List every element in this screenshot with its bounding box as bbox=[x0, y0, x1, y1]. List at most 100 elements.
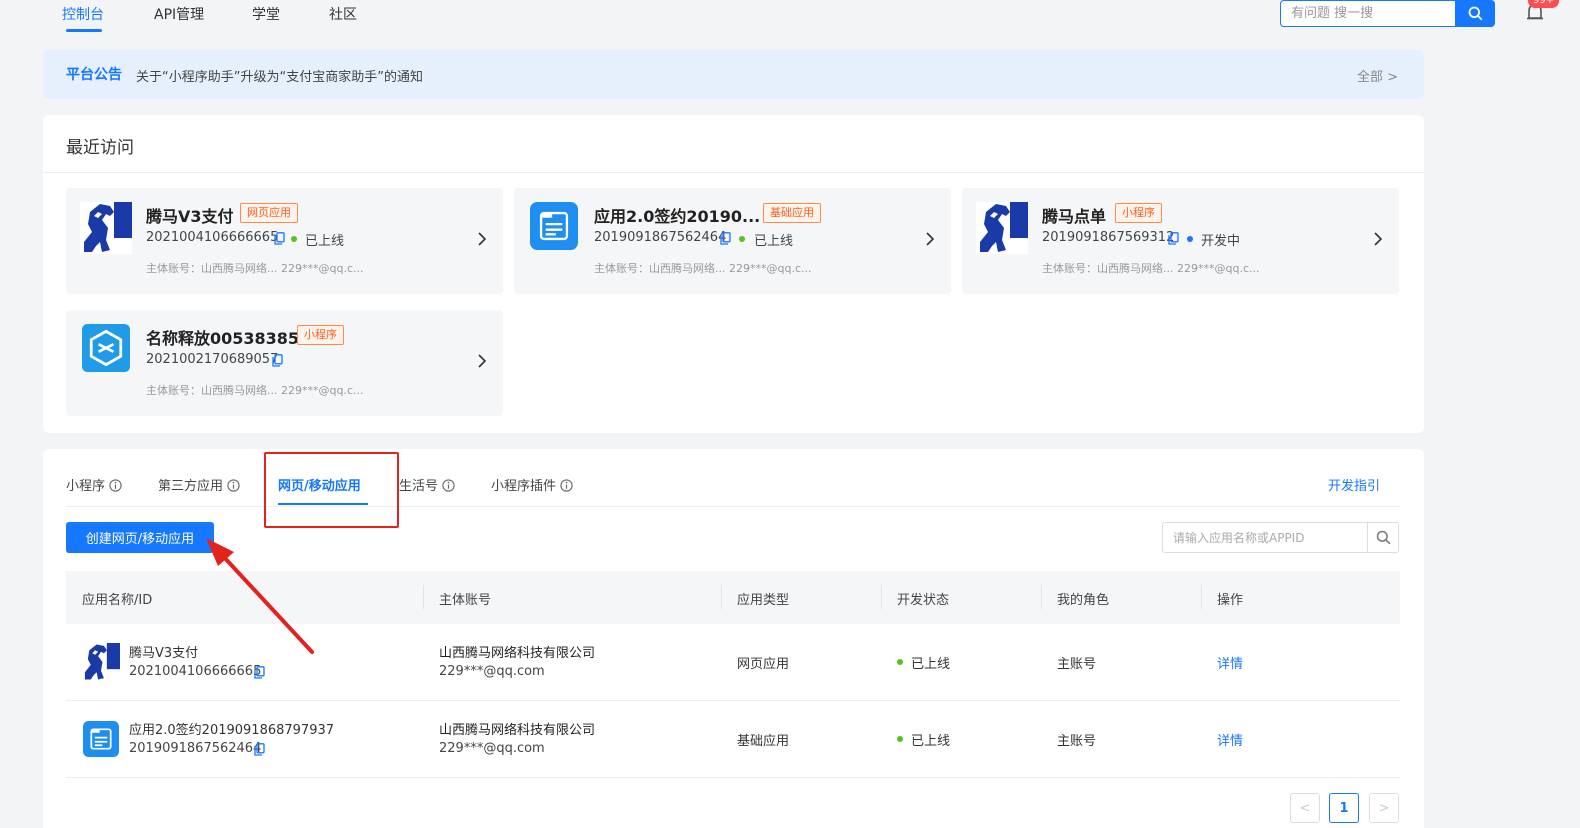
nav-api-management[interactable]: API管理 bbox=[154, 4, 204, 24]
create-web-mobile-app-button[interactable]: 创建网页/移动应用 bbox=[66, 522, 214, 553]
column-header: 操作 bbox=[1217, 593, 1244, 608]
info-icon[interactable] bbox=[560, 479, 573, 492]
my-role: 主账号 bbox=[1057, 734, 1097, 749]
pagination-next-button[interactable]: > bbox=[1369, 793, 1399, 823]
company-name: 山西腾马网络科技有限公司 bbox=[439, 646, 596, 661]
tab-life-account[interactable]: 生活号 bbox=[399, 475, 455, 494]
app-id: 2021004106666665 bbox=[146, 230, 279, 245]
active-nav-indicator bbox=[66, 29, 102, 32]
owner-account: 主体账号：山西腾马网络... 229***@qq.c... bbox=[146, 262, 364, 275]
detail-link[interactable]: 详情 bbox=[1217, 730, 1243, 749]
column-separator bbox=[721, 585, 722, 609]
column-separator bbox=[881, 585, 882, 609]
copy-icon[interactable] bbox=[272, 354, 283, 367]
horse-logo-icon bbox=[976, 202, 1028, 254]
owner-account: 主体账号：山西腾马网络... 229***@qq.c... bbox=[146, 384, 364, 397]
active-tab-indicator bbox=[278, 503, 368, 505]
copy-icon[interactable] bbox=[254, 743, 265, 756]
dev-guide-link[interactable]: 开发指引 bbox=[1328, 475, 1380, 494]
tab-label: 第三方应用 bbox=[158, 479, 224, 494]
notice-all-link[interactable]: 全部 > bbox=[1357, 66, 1398, 85]
table-header: 应用名称/ID 主体账号 应用类型 开发状态 我的角色 操作 bbox=[66, 571, 1400, 624]
copy-icon[interactable] bbox=[254, 666, 265, 679]
app-name: 腾马点单 bbox=[1042, 207, 1107, 226]
tab-mini-program[interactable]: 小程序 bbox=[66, 475, 122, 494]
chevron-right-icon[interactable] bbox=[1373, 232, 1383, 246]
tab-web-mobile-app[interactable]: 网页/移动应用 bbox=[278, 475, 361, 494]
notice-link[interactable]: 关于“小程序助手”升级为“支付宝商家助手”的通知 bbox=[136, 66, 423, 85]
tab-mini-program-plugin[interactable]: 小程序插件 bbox=[491, 475, 573, 494]
notice-title: 平台公告 bbox=[66, 67, 122, 83]
status-dot bbox=[739, 236, 745, 242]
tab-label: 小程序插件 bbox=[491, 479, 557, 494]
column-separator bbox=[423, 585, 424, 609]
table-row: 腾马V3支付 2021004106666665 山西腾马网络科技有限公司 229… bbox=[66, 624, 1400, 701]
account-email: 229***@qq.com bbox=[439, 664, 545, 679]
detail-link[interactable]: 详情 bbox=[1217, 653, 1243, 672]
search-icon bbox=[1376, 530, 1390, 545]
column-header: 我的角色 bbox=[1057, 593, 1110, 608]
app-name: 应用2.0签约2019091868797937 bbox=[129, 723, 335, 738]
recent-visits-panel: 最近访问 腾马V3支付 网页应用 2021004106666665 已上线 主体… bbox=[43, 115, 1424, 433]
app-id: 2019091867562464 bbox=[129, 741, 262, 756]
column-header: 应用类型 bbox=[737, 593, 790, 608]
owner-account: 主体账号：山西腾马网络... 229***@qq.c... bbox=[594, 262, 812, 275]
global-search-input[interactable] bbox=[1281, 1, 1456, 26]
app-name: 腾马V3支付 bbox=[146, 207, 234, 226]
tab-label: 小程序 bbox=[66, 479, 106, 494]
tab-label: 生活号 bbox=[399, 479, 439, 494]
status-dot bbox=[897, 736, 903, 742]
app-type-tag: 小程序 bbox=[1115, 203, 1162, 223]
app-type-tag: 网页应用 bbox=[240, 203, 298, 223]
copy-icon[interactable] bbox=[1168, 232, 1179, 245]
column-header: 主体账号 bbox=[439, 593, 492, 608]
nav-community[interactable]: 社区 bbox=[329, 4, 357, 24]
app-status: 已上线 bbox=[305, 234, 345, 249]
app-name: 应用2.0签约20190... bbox=[594, 207, 761, 226]
nav-academy[interactable]: 学堂 bbox=[252, 4, 280, 24]
global-search bbox=[1280, 0, 1456, 27]
search-icon bbox=[1468, 6, 1482, 21]
info-icon[interactable] bbox=[227, 479, 240, 492]
table-row: 应用2.0签约2019091868797937 2019091867562464… bbox=[66, 701, 1400, 778]
chevron-right-icon[interactable] bbox=[477, 232, 487, 246]
recent-app-card[interactable]: 腾马V3支付 网页应用 2021004106666665 已上线 主体账号：山西… bbox=[66, 188, 503, 294]
column-separator bbox=[1201, 585, 1202, 609]
copy-icon[interactable] bbox=[274, 232, 285, 245]
cube-logo-icon bbox=[82, 324, 130, 372]
pagination-page-1[interactable]: 1 bbox=[1329, 793, 1359, 823]
app-search-input[interactable] bbox=[1163, 523, 1367, 552]
platform-notice-bar: 平台公告 关于“小程序助手”升级为“支付宝商家助手”的通知 全部 > bbox=[43, 50, 1424, 99]
app-search-button[interactable] bbox=[1367, 522, 1399, 553]
recent-app-card[interactable]: 腾马点单 小程序 2019091867569312 开发中 主体账号：山西腾马网… bbox=[962, 188, 1399, 294]
dev-status: 已上线 bbox=[911, 657, 951, 672]
notification-badge: 99+ bbox=[1528, 0, 1560, 8]
global-search-button[interactable] bbox=[1455, 0, 1495, 27]
horse-logo-icon bbox=[82, 643, 120, 681]
app-name: 腾马V3支付 bbox=[129, 646, 199, 661]
info-icon[interactable] bbox=[109, 479, 122, 492]
recent-app-card[interactable]: 应用2.0签约20190... 基础应用 2019091867562464 已上… bbox=[514, 188, 951, 294]
chevron-right-icon[interactable] bbox=[925, 232, 935, 246]
status-dot bbox=[1187, 236, 1193, 242]
info-icon[interactable] bbox=[442, 479, 455, 492]
nav-console[interactable]: 控制台 bbox=[62, 4, 104, 24]
company-name: 山西腾马网络科技有限公司 bbox=[439, 723, 596, 738]
divider bbox=[43, 172, 1424, 173]
status-dot bbox=[291, 236, 297, 242]
pagination-prev-button[interactable]: < bbox=[1290, 793, 1320, 823]
my-role: 主账号 bbox=[1057, 657, 1097, 672]
app-status: 开发中 bbox=[1201, 234, 1241, 249]
app-type: 网页应用 bbox=[737, 657, 790, 672]
status-dot bbox=[897, 659, 903, 665]
tab-third-party-app[interactable]: 第三方应用 bbox=[158, 475, 240, 494]
app-type: 基础应用 bbox=[737, 734, 790, 749]
recent-visits-title: 最近访问 bbox=[66, 138, 134, 158]
app-id: 2019091867569312 bbox=[1042, 230, 1175, 245]
app-type-tag: 基础应用 bbox=[763, 203, 821, 223]
column-header: 应用名称/ID bbox=[82, 593, 153, 608]
app-id: 2019091867562464 bbox=[594, 230, 727, 245]
chevron-right-icon[interactable] bbox=[477, 354, 487, 368]
recent-app-card[interactable]: 名称释放00538385 小程序 2021002170689057 主体账号：山… bbox=[66, 310, 503, 416]
copy-icon[interactable] bbox=[720, 232, 731, 245]
